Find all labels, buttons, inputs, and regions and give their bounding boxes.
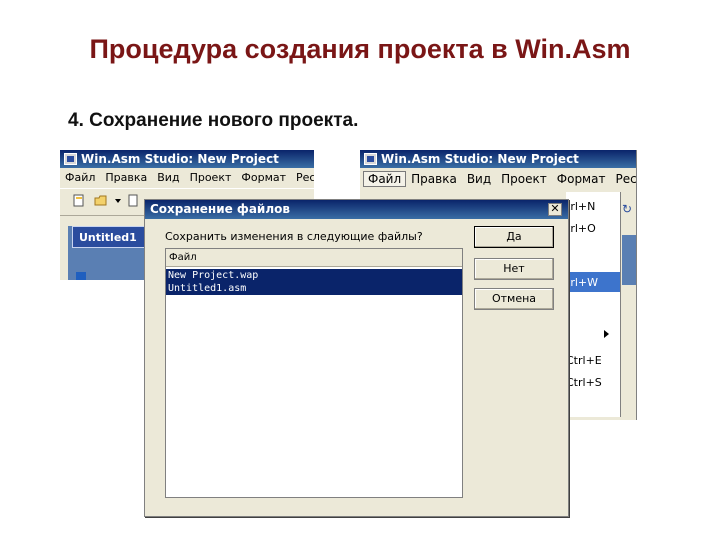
right-window-titlebar: Win.Asm Studio: New Project xyxy=(360,150,636,168)
menu-resource[interactable]: Ресу xyxy=(610,172,636,186)
selected-files: New Project.wap Untitled1.asm xyxy=(166,269,462,295)
close-button[interactable]: ✕ xyxy=(548,203,562,216)
toolbar-icon[interactable]: ↻ xyxy=(622,202,632,216)
list-item[interactable]: New Project.wap xyxy=(166,269,462,282)
left-window-title: Win.Asm Studio: New Project xyxy=(81,152,279,166)
right-window-title: Win.Asm Studio: New Project xyxy=(381,152,579,166)
yes-button[interactable]: Да xyxy=(474,226,554,248)
menu-edit[interactable]: Правка xyxy=(406,172,462,186)
files-listbox[interactable]: Файл New Project.wap Untitled1.asm xyxy=(165,248,463,498)
submenu-arrow-icon xyxy=(604,330,609,338)
document-icon[interactable] xyxy=(126,194,140,207)
menu-view[interactable]: Вид xyxy=(462,172,496,186)
open-folder-icon[interactable] xyxy=(94,194,108,207)
shortcut-open[interactable]: trl+O xyxy=(566,222,596,235)
app-icon xyxy=(64,153,77,165)
status-icon xyxy=(76,272,86,280)
shortcut-close[interactable]: trl+W xyxy=(566,276,598,289)
shortcut-ctrl-e[interactable]: Ctrl+E xyxy=(566,354,602,367)
close-icon: ✕ xyxy=(550,203,560,215)
menu-resource[interactable]: Ресурс xyxy=(291,171,314,184)
doc-tab-label: Untitled1 xyxy=(79,231,137,244)
right-client-area xyxy=(622,235,636,285)
cancel-button[interactable]: Отмена xyxy=(474,288,554,310)
list-item[interactable]: Untitled1.asm xyxy=(166,282,462,295)
dialog-title: Сохранение файлов xyxy=(150,202,290,216)
right-menubar: ФайлПравкаВидПроектФорматРесу xyxy=(360,168,636,190)
menu-format[interactable]: Формат xyxy=(552,172,611,186)
menu-project[interactable]: Проект xyxy=(496,172,552,186)
menu-project[interactable]: Проект xyxy=(185,171,237,184)
doc-tab-untitled[interactable]: Untitled1 xyxy=(72,226,150,248)
shortcut-ctrl-s[interactable]: Ctrl+S xyxy=(566,376,602,389)
dialog-prompt: Сохранить изменения в следующие файлы? xyxy=(165,230,423,243)
save-files-dialog: Сохранение файлов ✕ Сохранить изменения … xyxy=(144,199,569,517)
menu-format[interactable]: Формат xyxy=(236,171,291,184)
menu-file[interactable]: Файл xyxy=(60,171,100,184)
no-button[interactable]: Нет xyxy=(474,258,554,280)
menu-edit[interactable]: Правка xyxy=(100,171,152,184)
left-menubar: ФайлПравкаВидПроектФорматРесурс xyxy=(60,168,314,188)
new-file-icon[interactable] xyxy=(72,194,86,207)
slide-title: Процедура создания проекта в Win.Asm xyxy=(89,34,631,64)
menu-file-open[interactable]: Файл xyxy=(363,171,407,187)
column-header-file[interactable]: Файл xyxy=(166,249,462,267)
dialog-titlebar: Сохранение файлов xyxy=(145,200,568,219)
dropdown-arrow-icon[interactable] xyxy=(114,194,122,207)
menu-view[interactable]: Вид xyxy=(152,171,184,184)
app-icon xyxy=(364,153,377,165)
left-window-titlebar: Win.Asm Studio: New Project xyxy=(60,150,314,168)
shortcut-new[interactable]: trl+N xyxy=(566,200,595,213)
step-heading: 4. Сохранение нового проекта. xyxy=(68,110,359,131)
